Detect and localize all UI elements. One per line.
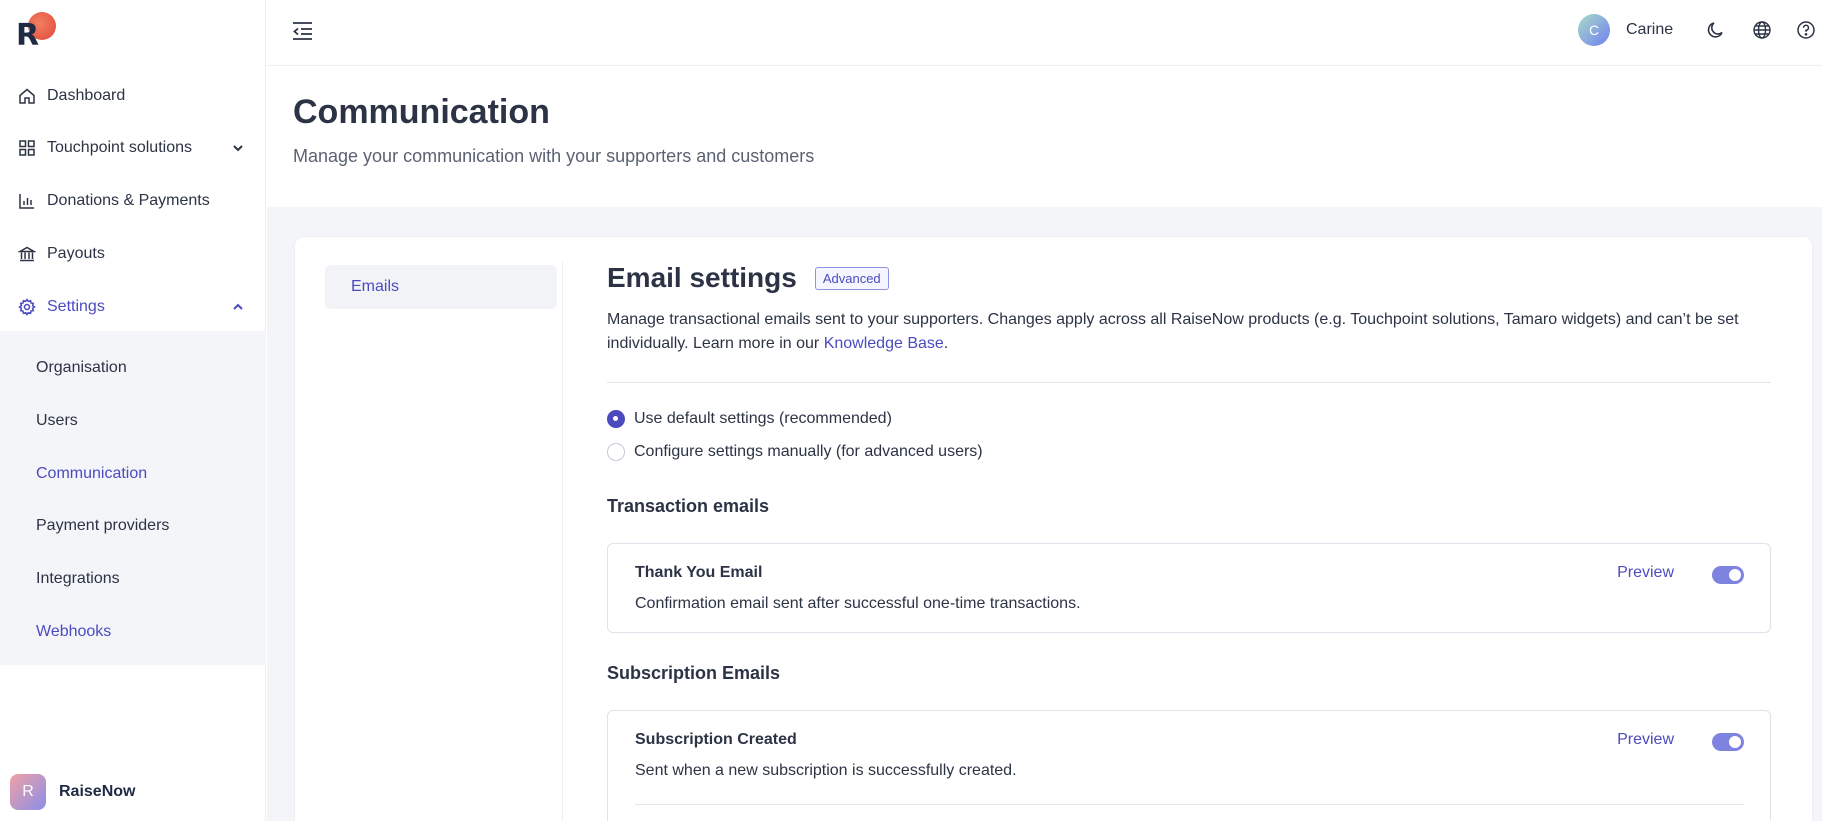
user-name: Carine bbox=[1626, 21, 1674, 38]
radio-manual-settings[interactable]: Configure settings manually (for advance… bbox=[607, 440, 1771, 464]
sidebar-item-label: Settings bbox=[47, 298, 105, 315]
organisation-switcher[interactable]: R RaiseNow bbox=[10, 774, 135, 810]
sidebar-item-settings[interactable]: Settings bbox=[0, 287, 266, 327]
description-text: Manage transactional emails sent to your… bbox=[607, 311, 1739, 352]
advanced-badge: Advanced bbox=[814, 266, 889, 290]
sidebar-item-label: Payouts bbox=[47, 245, 105, 262]
enable-toggle[interactable] bbox=[1712, 733, 1744, 751]
globe-icon[interactable] bbox=[1752, 20, 1772, 40]
sidebar-item-dashboard[interactable]: Dashboard bbox=[0, 76, 266, 116]
subnav-item-organisation[interactable]: Organisation bbox=[36, 356, 127, 380]
bank-icon bbox=[18, 245, 36, 263]
user-menu[interactable]: C Carine bbox=[1578, 14, 1673, 46]
email-description: Confirmation email sent after successful… bbox=[635, 595, 1081, 612]
raisenow-logo[interactable]: R bbox=[16, 12, 56, 53]
chevron-down-icon[interactable] bbox=[230, 140, 246, 156]
radio-default-settings[interactable]: Use default settings (recommended) bbox=[607, 407, 1771, 431]
grid-icon bbox=[18, 139, 36, 157]
email-title: Subscription Created bbox=[635, 731, 797, 748]
vertical-divider bbox=[562, 262, 563, 821]
sidebar-item-payouts[interactable]: Payouts bbox=[0, 234, 266, 274]
subnav-item-webhooks[interactable]: Webhooks bbox=[36, 620, 111, 644]
page-title: Communication bbox=[293, 93, 550, 131]
subscription-emails-heading: Subscription Emails bbox=[607, 663, 781, 683]
org-name: RaiseNow bbox=[59, 783, 136, 800]
enable-toggle[interactable] bbox=[1712, 566, 1744, 584]
sidebar-item-label: Donations & Payments bbox=[47, 192, 210, 209]
chevron-up-icon[interactable] bbox=[230, 299, 246, 315]
description-end: . bbox=[943, 335, 949, 352]
sidebar-item-touchpoint-solutions[interactable]: Touchpoint solutions bbox=[0, 128, 266, 168]
top-bar: C Carine bbox=[267, 0, 1822, 66]
avatar: C bbox=[1578, 14, 1610, 46]
sidebar-item-label: Dashboard bbox=[47, 87, 126, 104]
org-avatar: R bbox=[10, 774, 46, 810]
bar-chart-icon bbox=[18, 192, 36, 210]
sidebar-item-label: Touchpoint solutions bbox=[47, 139, 192, 156]
email-card-subscription-created: Subscription Created Sent when a new sub… bbox=[607, 710, 1771, 821]
email-settings-description: Manage transactional emails sent to your… bbox=[607, 308, 1771, 356]
card-divider bbox=[635, 804, 1744, 805]
preview-link[interactable]: Preview bbox=[1617, 731, 1674, 749]
sidebar: R Dashboard Touchpoint solutions Donatio… bbox=[0, 0, 266, 821]
collapse-sidebar-icon[interactable] bbox=[291, 20, 315, 42]
radio-label: Configure settings manually (for advance… bbox=[634, 443, 983, 460]
page-header: Communication Manage your communication … bbox=[267, 67, 1822, 207]
settings-subnav: Organisation Users Communication Payment… bbox=[0, 331, 266, 665]
sidebar-item-donations-payments[interactable]: Donations & Payments bbox=[0, 181, 266, 221]
knowledge-base-link[interactable]: Knowledge Base bbox=[824, 335, 944, 352]
subnav-item-integrations[interactable]: Integrations bbox=[36, 567, 120, 591]
moon-icon[interactable] bbox=[1706, 20, 1726, 40]
email-settings-section: Email settings Advanced Manage transacti… bbox=[607, 262, 1771, 821]
subnav-item-users[interactable]: Users bbox=[36, 409, 78, 433]
page-subtitle: Manage your communication with your supp… bbox=[293, 146, 815, 166]
preview-link[interactable]: Preview bbox=[1617, 564, 1674, 582]
section-divider bbox=[607, 382, 1771, 383]
email-description: Sent when a new subscription is successf… bbox=[635, 762, 1017, 779]
email-card-thank-you: Thank You Email Confirmation email sent … bbox=[607, 543, 1771, 633]
email-tab-list: Emails bbox=[325, 265, 557, 309]
email-title: Thank You Email bbox=[635, 564, 763, 581]
tab-emails[interactable]: Emails bbox=[325, 265, 557, 309]
help-icon[interactable] bbox=[1796, 20, 1816, 40]
home-icon bbox=[18, 87, 36, 105]
logo-letter: R bbox=[16, 18, 40, 53]
radio-label: Use default settings (recommended) bbox=[634, 410, 892, 427]
transaction-emails-heading: Transaction emails bbox=[607, 496, 770, 516]
radio-checked-icon[interactable] bbox=[607, 410, 625, 428]
subnav-item-communication[interactable]: Communication bbox=[36, 462, 147, 486]
email-settings-title: Email settings bbox=[607, 262, 797, 293]
radio-unchecked-icon[interactable] bbox=[607, 443, 625, 461]
gear-icon bbox=[18, 298, 36, 316]
subnav-item-payment-providers[interactable]: Payment providers bbox=[36, 514, 169, 538]
